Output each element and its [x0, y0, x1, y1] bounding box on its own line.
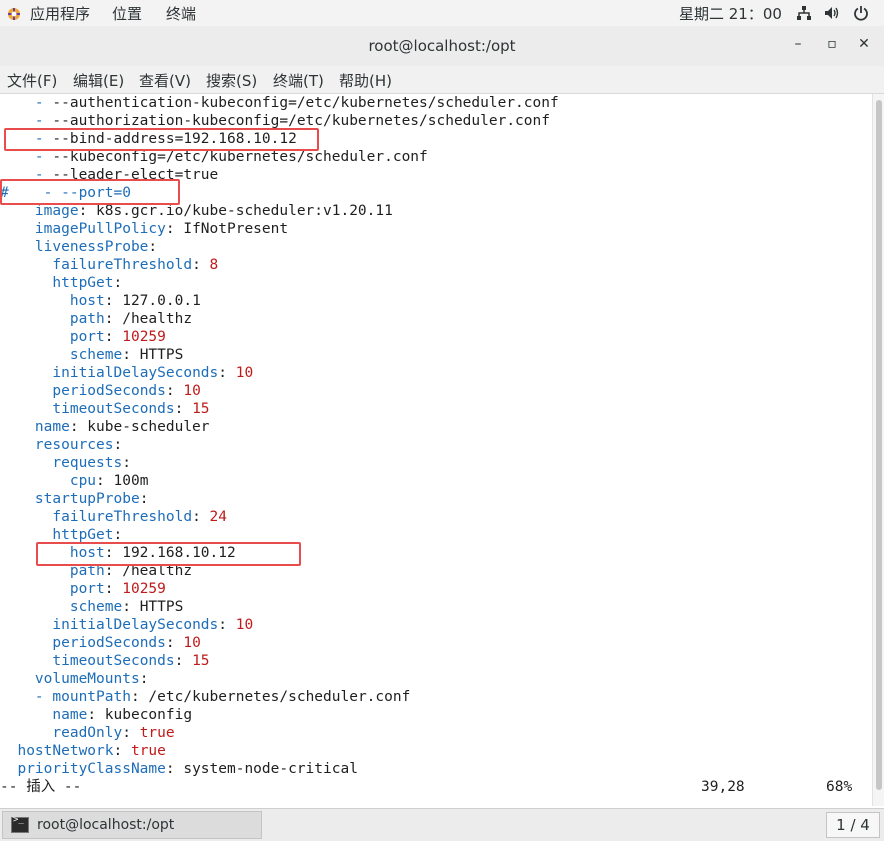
editor-line: priorityClassName: system-node-critical	[17, 761, 358, 777]
gnome-foot-icon	[8, 7, 20, 20]
editor-line: timeoutSeconds: 15	[52, 401, 210, 417]
editor-line: scheme: HTTPS	[69, 599, 184, 615]
window-title: root@localhost:/opt	[368, 37, 516, 55]
editor-line: httpGet:	[52, 275, 123, 291]
menu-search[interactable]: 搜索(S)	[206, 70, 257, 91]
terminal-icon	[11, 815, 29, 833]
editor-line: port: 10259	[69, 329, 166, 345]
applications-menu[interactable]: 应用程序	[6, 3, 90, 24]
window-titlebar[interactable]: root@localhost:/opt – ▫ ✕	[0, 26, 884, 67]
highlight-bind-address	[4, 128, 319, 151]
menu-edit[interactable]: 编辑(E)	[73, 70, 124, 91]
workspace-indicator[interactable]: 1 / 4	[826, 812, 880, 838]
editor-line: host: 127.0.0.1	[69, 293, 201, 309]
editor-line: path: /healthz	[69, 311, 193, 327]
maximize-icon[interactable]: ▫	[822, 36, 842, 56]
menu-terminal[interactable]: 终端(T)	[273, 70, 324, 91]
editor-line: - mountPath: /etc/kubernetes/scheduler.c…	[34, 689, 411, 705]
editor-line: cpu: 100m	[69, 473, 149, 489]
top-bar: 应用程序 位置 终端 星期二 21：00	[0, 0, 884, 27]
network-icon[interactable]	[796, 5, 812, 21]
editor-line: failureThreshold: 8	[52, 257, 219, 273]
cursor-position: 39,28	[701, 779, 745, 795]
places-menu[interactable]: 位置	[112, 3, 142, 24]
menu-help[interactable]: 帮助(H)	[339, 70, 392, 91]
editor-line: resources:	[34, 437, 123, 453]
highlight-port	[0, 179, 180, 205]
editor-line: periodSeconds: 10	[52, 383, 201, 399]
editor-line: imagePullPolicy: IfNotPresent	[34, 221, 289, 237]
editor-line: hostNetwork: true	[17, 743, 166, 759]
clock[interactable]: 星期二 21：00	[679, 3, 782, 24]
minimize-icon[interactable]: –	[788, 36, 808, 56]
editor-line: scheme: HTTPS	[69, 347, 184, 363]
terminal-scrollbar[interactable]	[872, 94, 884, 806]
taskbar: root@localhost:/opt 1 / 4	[0, 808, 884, 841]
terminal-app-menu[interactable]: 终端	[166, 3, 196, 24]
editor-line: name: kube-scheduler	[34, 419, 210, 435]
taskbar-terminal-button[interactable]: root@localhost:/opt	[2, 811, 262, 839]
editor-line: readOnly: true	[52, 725, 175, 741]
menu-view[interactable]: 查看(V)	[139, 70, 191, 91]
vim-status-line: -- 插入 -- 39,28 68%	[0, 778, 872, 796]
editor-line: failureThreshold: 24	[52, 509, 228, 525]
applications-label: 应用程序	[30, 5, 91, 23]
editor-line: timeoutSeconds: 15	[52, 653, 210, 669]
power-icon[interactable]	[853, 5, 869, 21]
editor-line: requests:	[52, 455, 131, 471]
editor-line: - --authentication-kubeconfig=/etc/kuber…	[34, 95, 559, 111]
highlight-startup-host	[36, 542, 301, 566]
scrollbar-thumb[interactable]	[876, 100, 882, 790]
editor-line: initialDelaySeconds: 10	[52, 365, 254, 381]
editor-line: name: kubeconfig	[52, 707, 193, 723]
terminal-menubar: 文件(F) 编辑(E) 查看(V) 搜索(S) 终端(T) 帮助(H)	[0, 66, 884, 94]
editor-line: initialDelaySeconds: 10	[52, 617, 254, 633]
editor-line: volumeMounts:	[34, 671, 149, 687]
taskbar-task-label: root@localhost:/opt	[37, 817, 175, 833]
close-icon[interactable]: ✕	[854, 36, 874, 56]
scroll-percent: 68%	[826, 779, 853, 795]
editor-line: periodSeconds: 10	[52, 635, 201, 651]
menu-file[interactable]: 文件(F)	[7, 70, 57, 91]
editor-line: port: 10259	[69, 581, 166, 597]
editor-line: livenessProbe:	[34, 239, 158, 255]
vim-mode: -- 插入 --	[0, 779, 82, 795]
editor-line: startupProbe:	[34, 491, 149, 507]
volume-icon[interactable]	[824, 5, 841, 21]
